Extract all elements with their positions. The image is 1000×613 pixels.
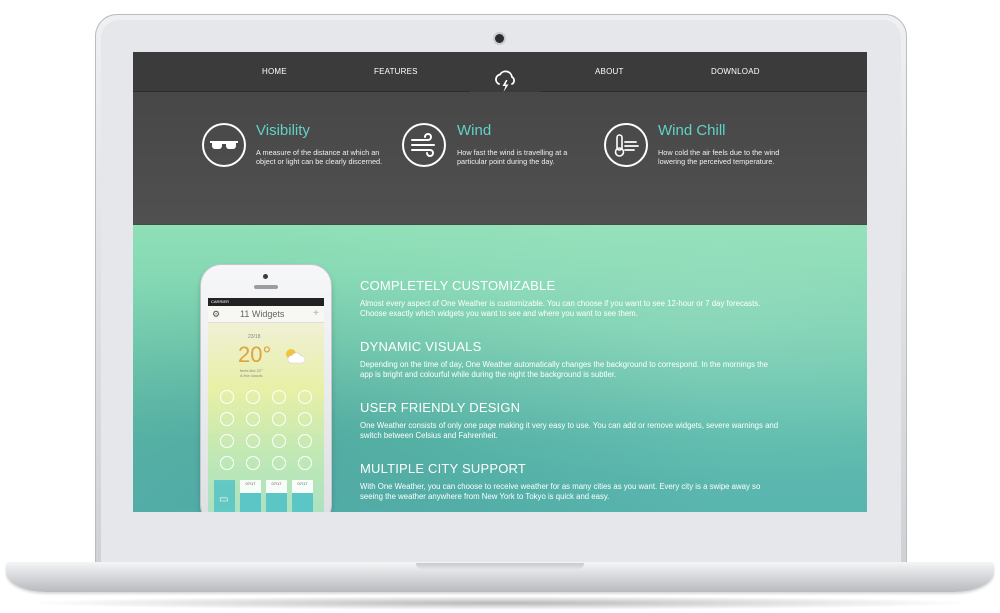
webcam — [495, 34, 504, 43]
widget-circle[interactable] — [220, 412, 234, 426]
forecast-card-bottom — [240, 493, 261, 512]
phone-settings-icon[interactable]: ⚙ — [212, 309, 220, 320]
partly-cloudy-icon — [286, 349, 306, 364]
widget-circle[interactable] — [246, 412, 260, 426]
feature-title-visibility: Visibility — [256, 122, 310, 139]
nav-features[interactable]: FEATURES — [374, 67, 418, 76]
phone-camera — [263, 274, 268, 279]
phone-add-icon[interactable]: + — [313, 308, 319, 319]
phone-date: 23/18 — [248, 334, 261, 340]
feature-title-wind: Wind — [457, 122, 492, 139]
forecast-card-date: 07/17 — [245, 481, 256, 486]
bed-card[interactable]: ▭ — [214, 480, 235, 512]
feature-desc-visibility: A measure of the distance at which an ob… — [256, 148, 383, 166]
phone-screen: CARRIER ⚙ 11 Widgets + 23/18 20° feels l… — [208, 298, 324, 512]
widget-circle[interactable] — [298, 434, 312, 448]
section-title-dynamic-visuals: DYNAMIC VISUALS — [360, 339, 482, 354]
widget-circle[interactable] — [246, 456, 260, 470]
nav-about[interactable]: ABOUT — [595, 67, 624, 76]
bed-icon: ▭ — [219, 494, 229, 505]
phone-temperature: 20° — [238, 342, 272, 367]
section-title-user-friendly: USER FRIENDLY DESIGN — [360, 400, 521, 415]
widget-circle[interactable] — [272, 412, 286, 426]
widget-circle[interactable] — [298, 456, 312, 470]
feature-desc-wind: How fast the wind is travelling at a par… — [457, 148, 568, 166]
widget-circle[interactable] — [298, 412, 312, 426]
phone-feels-like: feels like 22° A few clouds — [240, 368, 263, 378]
phone-status-bar: CARRIER — [208, 298, 324, 306]
nav-download[interactable]: DOWNLOAD — [711, 67, 760, 76]
section-text-dynamic-visuals: Depending on the time of day, One Weathe… — [360, 360, 768, 379]
widget-circle[interactable] — [220, 390, 234, 404]
widget-circle[interactable] — [272, 434, 286, 448]
wind-icon — [402, 123, 446, 167]
widget-circle[interactable] — [246, 390, 260, 404]
features-strip: Visibility A measure of the distance at … — [133, 92, 867, 224]
forecast-card-date: 07/17 — [271, 481, 282, 486]
widget-circle[interactable] — [272, 390, 286, 404]
feature-desc-wind-chill: How cold the air feels due to the wind l… — [658, 148, 780, 166]
sunglasses-icon — [202, 123, 246, 167]
section-text-user-friendly: One Weather consists of only one page ma… — [360, 421, 779, 440]
website-screen: HOME FEATURES ABOUT DOWNLOAD Visibility … — [133, 52, 867, 512]
widget-circle[interactable] — [298, 390, 312, 404]
section-title-customizable: COMPLETELY CUSTOMIZABLE — [360, 278, 556, 293]
widget-circle[interactable] — [220, 456, 234, 470]
widget-circle[interactable] — [220, 434, 234, 448]
forecast-card-bottom — [292, 493, 313, 512]
phone-speaker — [254, 285, 278, 289]
thermometer-wind-icon — [604, 123, 648, 167]
phone-condition-text: A few clouds — [240, 373, 263, 378]
nav-home[interactable]: HOME — [262, 67, 287, 76]
phone-carrier: CARRIER — [211, 299, 230, 304]
phone-widgets-title: 11 Widgets — [240, 309, 285, 319]
phone-top-bar: ⚙ 11 Widgets + — [208, 306, 324, 323]
laptop-shadow — [20, 596, 980, 610]
laptop-base-notch — [416, 563, 584, 570]
section-text-customizable: Almost every aspect of One Weather is cu… — [360, 299, 761, 318]
phone-mockup: CARRIER ⚙ 11 Widgets + 23/18 20° feels l… — [201, 265, 331, 512]
widget-circle[interactable] — [272, 456, 286, 470]
feature-title-wind-chill: Wind Chill — [658, 122, 726, 139]
section-text-multiple-city: With One Weather, you can choose to rece… — [360, 482, 761, 501]
widget-circle[interactable] — [246, 434, 260, 448]
forecast-card-bottom — [266, 493, 287, 512]
section-title-multiple-city: MULTIPLE CITY SUPPORT — [360, 461, 527, 476]
forecast-card-date: 07/17 — [297, 481, 308, 486]
